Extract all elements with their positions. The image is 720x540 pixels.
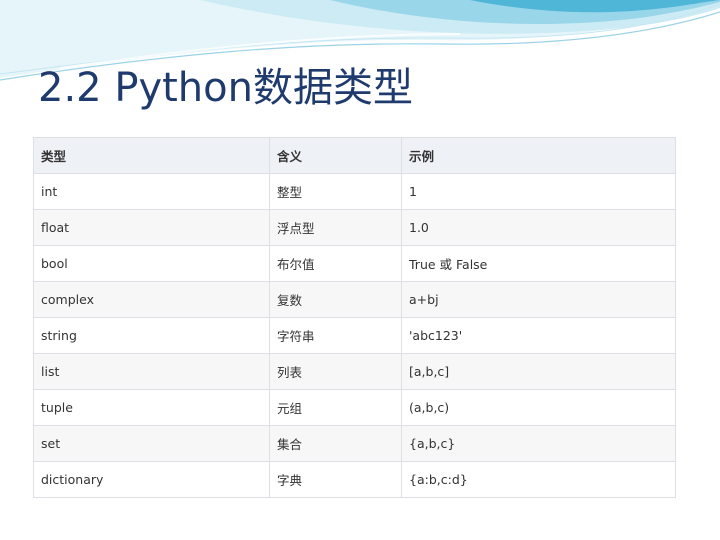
type-cell: set <box>33 425 270 462</box>
slide-title: 2.2 Python数据类型 <box>38 65 413 111</box>
meaning-cell: 字典 <box>269 461 402 498</box>
type-cell: bool <box>33 245 270 282</box>
data-types-table: 类型 含义 示例 int 整型 1 float 浮点型 1.0 bool 布尔值… <box>33 137 676 498</box>
header-cell-type: 类型 <box>33 137 270 174</box>
example-cell: 1.0 <box>401 209 676 246</box>
example-cell: (a,b,c) <box>401 389 676 426</box>
type-cell: int <box>33 173 270 210</box>
type-cell: float <box>33 209 270 246</box>
header-cell-example: 示例 <box>401 137 676 174</box>
meaning-cell: 布尔值 <box>269 245 402 282</box>
type-cell: string <box>33 317 270 354</box>
example-cell: {a,b,c} <box>401 425 676 462</box>
type-cell: complex <box>33 281 270 318</box>
table-row: dictionary 字典 {a:b,c:d} <box>33 461 676 498</box>
example-cell: 'abc123' <box>401 317 676 354</box>
table-row: string 字符串 'abc123' <box>33 317 676 354</box>
meaning-cell: 列表 <box>269 353 402 390</box>
meaning-cell: 整型 <box>269 173 402 210</box>
type-cell: list <box>33 353 270 390</box>
example-cell: 1 <box>401 173 676 210</box>
meaning-cell: 元组 <box>269 389 402 426</box>
example-cell: True 或 False <box>401 245 676 282</box>
table-row: set 集合 {a,b,c} <box>33 425 676 462</box>
type-cell: dictionary <box>33 461 270 498</box>
data-types-table-container: 类型 含义 示例 int 整型 1 float 浮点型 1.0 bool 布尔值… <box>33 137 676 498</box>
table-row: tuple 元组 (a,b,c) <box>33 389 676 426</box>
table-row: float 浮点型 1.0 <box>33 209 676 246</box>
example-cell: {a:b,c:d} <box>401 461 676 498</box>
table-row: bool 布尔值 True 或 False <box>33 245 676 282</box>
type-cell: tuple <box>33 389 270 426</box>
meaning-cell: 字符串 <box>269 317 402 354</box>
meaning-cell: 复数 <box>269 281 402 318</box>
example-cell: a+bj <box>401 281 676 318</box>
table-row: complex 复数 a+bj <box>33 281 676 318</box>
table-row: list 列表 [a,b,c] <box>33 353 676 390</box>
header-cell-meaning: 含义 <box>269 137 402 174</box>
table-header-row: 类型 含义 示例 <box>33 137 676 174</box>
example-cell: [a,b,c] <box>401 353 676 390</box>
table-row: int 整型 1 <box>33 173 676 210</box>
meaning-cell: 浮点型 <box>269 209 402 246</box>
meaning-cell: 集合 <box>269 425 402 462</box>
